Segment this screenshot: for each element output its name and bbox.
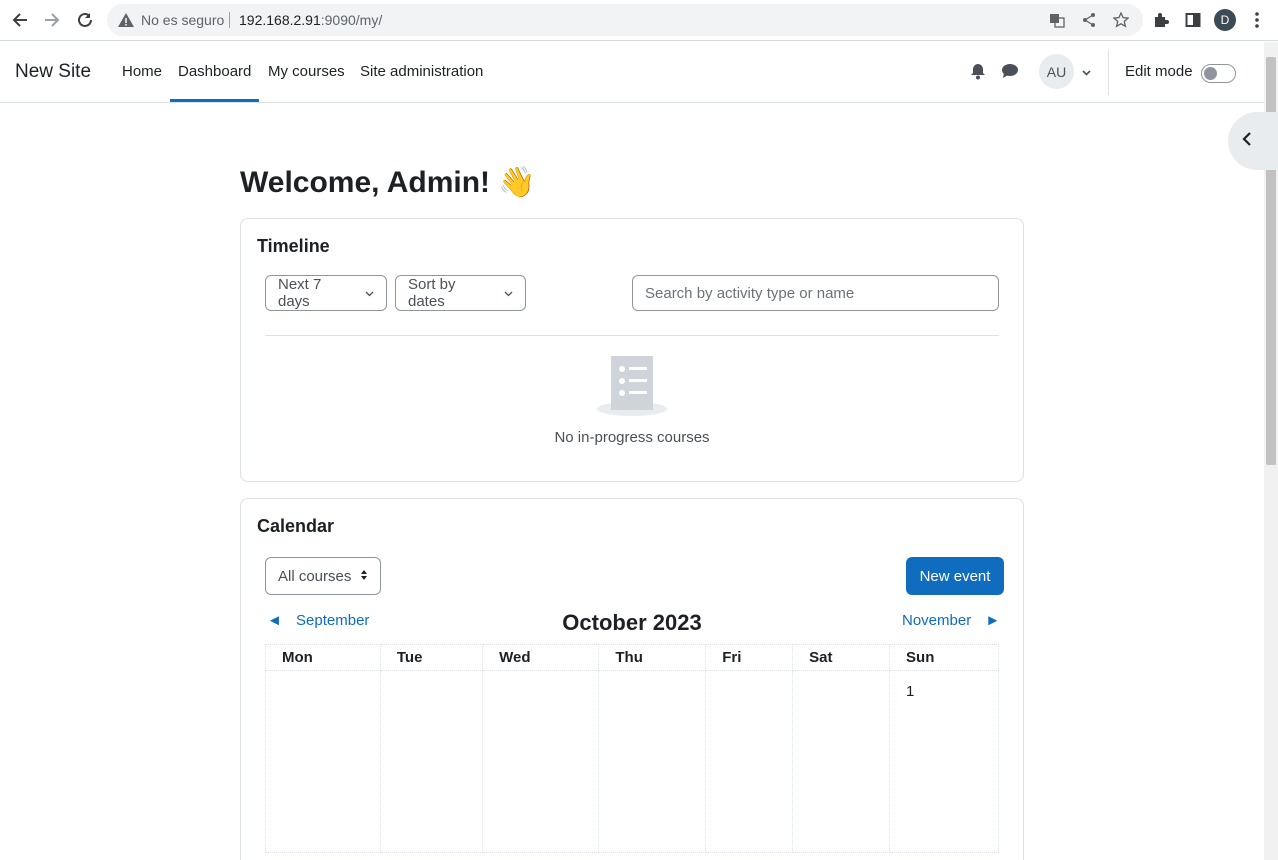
- weekday-header: Tue: [379, 644, 484, 671]
- insecure-label[interactable]: No es seguro: [141, 12, 224, 28]
- address-bar[interactable]: No es seguro 192.168.2.91:9090/my/: [107, 4, 1143, 36]
- weekday-header: Sat: [792, 644, 891, 671]
- warning-icon[interactable]: [117, 11, 135, 29]
- course-filter-select[interactable]: All courses: [265, 557, 381, 595]
- next-month-label: November: [902, 612, 972, 629]
- day-filter-label: Next 7 days: [278, 276, 322, 310]
- timeline-sort-dropdown[interactable]: Sort by dates: [395, 275, 526, 311]
- url-path: :9090/my/: [320, 12, 383, 28]
- messages-icon[interactable]: [1001, 62, 1019, 80]
- site-brand[interactable]: New Site: [15, 61, 91, 83]
- edit-mode-label: Edit mode: [1125, 63, 1193, 80]
- open-block-drawer-button[interactable]: [1228, 112, 1278, 170]
- timeline-search-input[interactable]: Search by activity type or name: [632, 275, 999, 311]
- browser-toolbar: No es seguro 192.168.2.91:9090/my/ D: [0, 0, 1278, 41]
- chevron-down-icon: [504, 285, 513, 302]
- page-title: Welcome, Admin! 👋: [240, 166, 536, 199]
- select-updown-icon: [360, 568, 368, 585]
- navbar-divider: [1108, 50, 1109, 95]
- bookmark-star-icon[interactable]: [1111, 10, 1131, 30]
- browser-menu-icon[interactable]: [1244, 7, 1270, 33]
- calendar-day-cell: [705, 670, 794, 853]
- search-placeholder: Search by activity type or name: [645, 284, 855, 302]
- nav-home[interactable]: Home: [122, 63, 162, 80]
- next-month-link[interactable]: November ►: [902, 612, 1000, 629]
- weekday-header: Thu: [598, 644, 707, 671]
- nav-dashboard[interactable]: Dashboard: [178, 63, 251, 80]
- empty-list-icon: [596, 355, 668, 422]
- user-menu-chevron-down-icon[interactable]: [1081, 65, 1092, 83]
- extensions-icon[interactable]: [1148, 7, 1174, 33]
- calendar-day-cell: [482, 670, 600, 853]
- back-icon[interactable]: [7, 7, 33, 33]
- weekday-header: Sun: [889, 644, 999, 671]
- share-icon[interactable]: [1079, 10, 1099, 30]
- course-filter-value: All courses: [278, 567, 352, 585]
- sort-label: Sort by dates: [408, 276, 456, 310]
- toggle-knob: [1204, 67, 1217, 80]
- timeline-empty-message: No in-progress courses: [554, 429, 710, 446]
- browser-profile-avatar[interactable]: D: [1214, 9, 1236, 31]
- site-navbar: New Site Home Dashboard My courses Site …: [0, 42, 1264, 103]
- timeline-day-filter-dropdown[interactable]: Next 7 days: [265, 275, 387, 311]
- weekday-header: Wed: [482, 644, 600, 671]
- active-nav-indicator: [170, 99, 259, 102]
- url-host: 192.168.2.91: [239, 12, 321, 28]
- chevron-down-icon: [365, 285, 374, 302]
- translate-icon[interactable]: [1047, 10, 1067, 30]
- calendar-title: Calendar: [257, 516, 335, 536]
- arrow-right-icon: ►: [985, 612, 1001, 629]
- weekday-header: Fri: [705, 644, 794, 671]
- timeline-title: Timeline: [257, 236, 330, 256]
- notifications-bell-icon[interactable]: [969, 62, 987, 80]
- forward-icon[interactable]: [39, 7, 65, 33]
- nav-my-courses[interactable]: My courses: [268, 63, 345, 80]
- calendar-month-grid: Mon Tue Wed Thu Fri Sat Sun 1: [265, 644, 999, 853]
- calendar-block: Calendar All courses New event ◄ Septemb…: [240, 498, 1024, 860]
- omnibox-divider: [229, 12, 230, 28]
- nav-site-administration[interactable]: Site administration: [360, 63, 483, 80]
- calendar-day-cell: [379, 670, 484, 853]
- user-avatar[interactable]: AU: [1039, 54, 1074, 89]
- timeline-divider: [265, 335, 999, 336]
- reload-icon[interactable]: [72, 7, 98, 33]
- url-text[interactable]: 192.168.2.91:9090/my/: [239, 12, 382, 28]
- calendar-day-cell[interactable]: 1: [889, 670, 999, 853]
- side-panel-icon[interactable]: [1180, 7, 1206, 33]
- edit-mode-toggle[interactable]: [1201, 64, 1236, 83]
- calendar-day-cell: [792, 670, 891, 853]
- new-event-button[interactable]: New event: [906, 557, 1004, 595]
- calendar-day-cell: [598, 670, 707, 853]
- calendar-day-cell: [265, 670, 381, 853]
- weekday-header: Mon: [265, 644, 381, 671]
- timeline-block: Timeline Next 7 days Sort by dates Searc…: [240, 218, 1024, 482]
- chevron-left-icon: [1240, 131, 1254, 152]
